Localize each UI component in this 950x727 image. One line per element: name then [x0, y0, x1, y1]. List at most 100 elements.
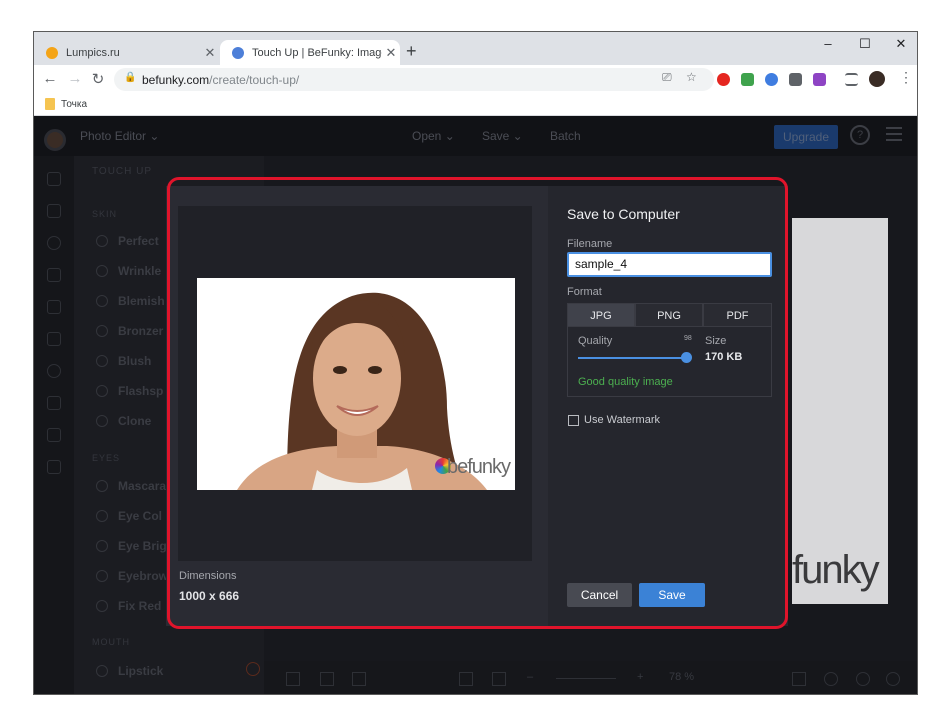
canvas-watermark: funky — [792, 548, 880, 592]
panel-item[interactable]: Eye Col — [118, 509, 162, 523]
forward-button[interactable]: → — [65, 70, 85, 87]
effects-tool-icon[interactable] — [47, 268, 61, 282]
bottom-toolbar: – + 78 % — [264, 661, 917, 694]
section-label: EYES — [92, 453, 121, 463]
adjust-tool-icon[interactable] — [47, 204, 61, 218]
zoom-in-button[interactable]: + — [637, 671, 643, 683]
section-label: MOUTH — [92, 637, 130, 647]
batch-link[interactable]: Batch — [550, 129, 581, 143]
check-icon[interactable] — [741, 73, 754, 86]
panel-item[interactable]: Lipstick — [118, 664, 163, 678]
lumpics-favicon-icon — [46, 46, 58, 59]
touchup-tool-icon[interactable] — [47, 236, 61, 250]
befunky-logo-icon[interactable] — [44, 129, 66, 151]
bronzer-icon — [96, 325, 108, 337]
befunky-favicon-icon — [232, 46, 244, 59]
address-path: /create/touch-up/ — [209, 72, 300, 87]
reading-list-icon[interactable] — [845, 73, 858, 86]
tab-strip: Lumpics.ru ✕ Touch Up | BeFunky: Image R… — [34, 32, 917, 65]
panel-item[interactable]: Blemish — [118, 294, 165, 308]
fit-icon[interactable] — [459, 672, 473, 686]
reload-button[interactable]: ↻ — [88, 70, 108, 88]
section-label: SKIN — [92, 209, 118, 219]
hamburger-menu-icon[interactable] — [886, 127, 902, 141]
rotate-icon[interactable] — [792, 672, 806, 686]
cast-icon[interactable]: ⎚ — [662, 70, 672, 85]
artsy-tool-icon[interactable] — [47, 300, 61, 314]
panel-item[interactable]: Bronzer — [118, 324, 163, 338]
close-window-button[interactable]: ✕ — [891, 36, 911, 52]
overlays-tool-icon[interactable] — [47, 396, 61, 410]
bookmark-tochka[interactable]: Точка — [61, 99, 87, 110]
mascara-icon — [96, 480, 108, 492]
ext-purple-icon[interactable] — [813, 73, 826, 86]
frames-tool-icon[interactable] — [47, 332, 61, 346]
panel-item[interactable]: Clone — [118, 414, 151, 428]
zoom-level: 78 % — [669, 671, 695, 683]
eyebrow-icon — [96, 570, 108, 582]
text-tool-icon[interactable] — [47, 428, 61, 442]
save-menu[interactable]: Save ⌄ — [482, 129, 523, 143]
edit-tool-icon[interactable] — [47, 172, 61, 186]
bookmarks-bar: Точка — [34, 95, 917, 116]
lipstick-icon — [96, 665, 108, 677]
textures-tool-icon[interactable] — [47, 460, 61, 474]
avatar[interactable] — [869, 71, 885, 87]
expand-icon[interactable] — [492, 672, 506, 686]
photo-editor-menu[interactable]: Photo Editor ⌄ — [80, 129, 159, 143]
address-bar[interactable]: 🔒 befunky.com/create/touch-up/ — [114, 68, 714, 91]
compare-icon[interactable] — [320, 672, 334, 686]
panel-item[interactable]: Flashsp — [118, 384, 163, 398]
layers-icon[interactable] — [286, 672, 300, 686]
browser-menu-icon[interactable]: ⋮ — [899, 69, 913, 86]
globe-icon[interactable] — [765, 73, 778, 86]
tab-close-icon[interactable]: ✕ — [201, 45, 219, 61]
highlight-frame — [167, 177, 788, 629]
blemish-icon — [96, 295, 108, 307]
bookmark-star-icon[interactable]: ☆ — [686, 70, 697, 84]
open-menu[interactable]: Open ⌄ — [412, 129, 455, 143]
clone-icon — [96, 415, 108, 427]
eye-color-icon — [96, 510, 108, 522]
tab-title: Lumpics.ru — [66, 46, 120, 59]
browser-toolbar: ← → ↻ 🔒 befunky.com/create/touch-up/ ⎚ ☆… — [34, 65, 917, 95]
folder-icon — [45, 98, 55, 110]
lock-icon: 🔒 — [124, 72, 137, 83]
zoom-slider[interactable] — [556, 678, 616, 679]
perfect-icon — [96, 235, 108, 247]
tab-lumpics[interactable]: Lumpics.ru ✕ — [34, 40, 219, 65]
help-icon[interactable]: ? — [850, 125, 870, 145]
undo-icon[interactable] — [824, 672, 838, 686]
premium-star-icon — [246, 662, 260, 676]
address-domain: befunky.com — [142, 72, 210, 87]
zoom-out-button[interactable]: – — [527, 671, 533, 683]
panel-item[interactable]: Blush — [118, 354, 151, 368]
app-topbar: Photo Editor ⌄ Open ⌄ Save ⌄ Batch Upgra… — [34, 116, 917, 156]
back-button[interactable]: ← — [40, 70, 60, 87]
maximize-button[interactable]: ☐ — [855, 36, 875, 52]
minimize-button[interactable]: – — [818, 36, 838, 51]
blush-icon — [96, 355, 108, 367]
panel-item[interactable]: Mascara — [118, 479, 166, 493]
canvas-photo: funky — [792, 218, 888, 604]
eye-brighten-icon — [96, 540, 108, 552]
panel-item[interactable]: Eye Brig — [118, 539, 167, 553]
tool-icon-rail — [34, 156, 74, 694]
puzzle-icon[interactable] — [789, 73, 802, 86]
panel-item[interactable]: Eyebrow — [118, 569, 168, 583]
grid-icon[interactable] — [352, 672, 366, 686]
tab-close-icon[interactable]: ✕ — [382, 45, 400, 61]
panel-item[interactable]: Wrinkle — [118, 264, 161, 278]
panel-title: TOUCH UP — [92, 166, 153, 177]
upgrade-button[interactable]: Upgrade — [774, 125, 838, 149]
graphics-tool-icon[interactable] — [47, 364, 61, 378]
tab-befunky[interactable]: Touch Up | BeFunky: Image Retou ✕ — [220, 40, 400, 65]
opera-icon[interactable] — [717, 73, 730, 86]
wrinkle-icon — [96, 265, 108, 277]
history-icon[interactable] — [886, 672, 900, 686]
panel-item[interactable]: Fix Red — [118, 599, 161, 613]
panel-item[interactable]: Perfect — [118, 234, 159, 248]
flash-icon — [96, 385, 108, 397]
new-tab-button[interactable]: + — [406, 41, 417, 62]
redo-icon[interactable] — [856, 672, 870, 686]
